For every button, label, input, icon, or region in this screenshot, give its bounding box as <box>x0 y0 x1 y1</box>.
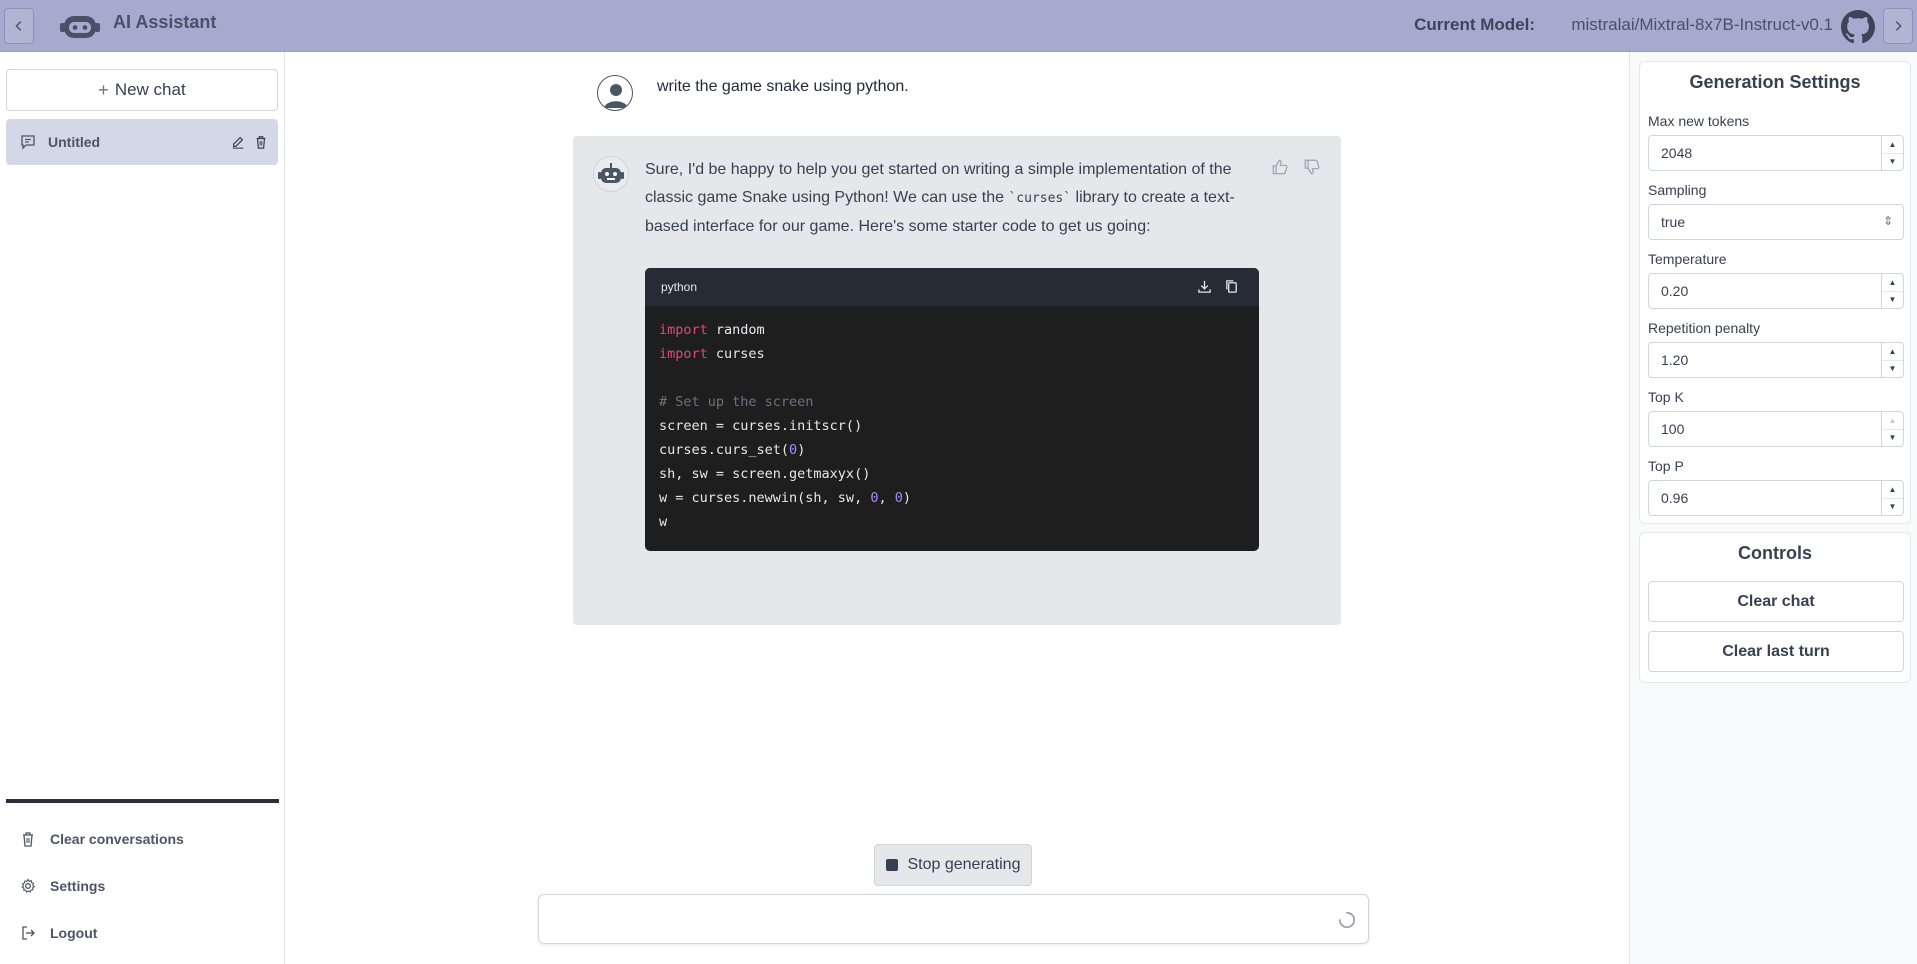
top-k-value: 100 <box>1661 421 1685 437</box>
trash-icon[interactable] <box>254 135 268 149</box>
stepper-down-icon[interactable]: ▼ <box>1882 430 1903 447</box>
stepper-up-icon[interactable]: ▲ <box>1882 481 1903 499</box>
code-line: w <box>659 514 668 530</box>
code-language-label: python <box>661 280 698 294</box>
sampling-select[interactable]: true ⇕ <box>1648 204 1904 240</box>
plus-icon: + <box>98 79 109 100</box>
stop-square-icon <box>885 859 898 871</box>
collapse-right-sidebar-button[interactable] <box>1883 8 1913 44</box>
chat-bubble-icon <box>21 135 35 150</box>
code-block-header: python <box>645 268 1259 306</box>
top-bar: AI Assistant Current Model: mistralai/Mi… <box>0 0 1917 52</box>
sampling-value: true <box>1661 214 1686 230</box>
user-avatar-icon <box>597 75 633 111</box>
logout-button[interactable]: Logout <box>20 925 97 941</box>
chevron-left-icon <box>15 21 22 31</box>
stepper-up-icon[interactable]: ▲ <box>1882 274 1903 292</box>
top-p-input[interactable]: 0.96 ▲ ▼ <box>1648 480 1904 516</box>
repetition-penalty-input[interactable]: 1.20 ▲ ▼ <box>1648 342 1904 378</box>
top-k-label: Top K <box>1648 389 1684 405</box>
max-new-tokens-label: Max new tokens <box>1648 113 1750 129</box>
thumbs-up-icon[interactable] <box>1271 158 1289 176</box>
stepper[interactable]: ▲ ▼ <box>1881 412 1903 446</box>
code-line: import random <box>659 322 765 338</box>
stepper[interactable]: ▲ ▼ <box>1881 481 1903 515</box>
controls-card: Controls Clear chat Clear last turn <box>1639 532 1911 683</box>
generation-settings-card: Generation Settings Max new tokens 2048 … <box>1639 61 1911 524</box>
current-model-value: mistralai/Mixtral-8x7B-Instruct-v0.1 <box>1571 15 1833 34</box>
clear-chat-button[interactable]: Clear chat <box>1648 581 1904 622</box>
code-line: screen = curses.initscr() <box>659 418 863 434</box>
robot-logo-icon <box>58 8 102 44</box>
controls-title: Controls <box>1738 543 1812 563</box>
logout-label: Logout <box>50 925 98 941</box>
inline-code: `curses` <box>1008 191 1072 206</box>
message-input-container <box>538 894 1369 944</box>
current-model-label: Current Model: <box>1414 15 1535 34</box>
top-p-value: 0.96 <box>1661 490 1689 506</box>
max-new-tokens-input[interactable]: 2048 ▲ ▼ <box>1648 135 1904 171</box>
stepper[interactable]: ▲ ▼ <box>1881 343 1903 377</box>
temperature-label: Temperature <box>1648 251 1727 267</box>
top-k-input[interactable]: 100 ▲ ▼ <box>1648 411 1904 447</box>
stepper-up-icon[interactable]: ▲ <box>1882 343 1903 361</box>
assistant-message-text: Sure, I'd be happy to help you get start… <box>645 156 1273 241</box>
select-chevron-icon: ⇕ <box>1882 214 1893 228</box>
download-icon[interactable] <box>1197 279 1212 294</box>
code-block: python import random import curses # Set … <box>645 268 1259 551</box>
stepper-down-icon[interactable]: ▼ <box>1882 361 1903 378</box>
generation-settings-title: Generation Settings <box>1689 72 1861 92</box>
temperature-input[interactable]: 0.20 ▲ ▼ <box>1648 273 1904 309</box>
code-line: curses.curs_set(0) <box>659 442 806 458</box>
code-line: import curses <box>659 346 765 362</box>
new-chat-label: New chat <box>114 80 186 99</box>
thumbs-down-icon[interactable] <box>1303 158 1321 176</box>
stepper-up-icon[interactable]: ▲ <box>1882 412 1903 430</box>
settings-label: Settings <box>50 878 106 894</box>
stepper-up-icon[interactable]: ▲ <box>1882 136 1903 154</box>
message-input[interactable] <box>553 907 1313 933</box>
conversation-title: Untitled <box>48 134 101 150</box>
user-message: write the game snake using python. <box>657 78 909 95</box>
edit-icon[interactable] <box>231 135 245 149</box>
clear-conversations-label: Clear conversations <box>50 831 184 847</box>
code-line: w = curses.newwin(sh, sw, 0, 0) <box>659 490 912 506</box>
sidebar-divider <box>6 799 279 803</box>
code-line: # Set up the screen <box>659 394 814 410</box>
stepper[interactable]: ▲ ▼ <box>1881 274 1903 308</box>
left-sidebar: + New chat Untitled Clear conversations … <box>0 52 285 964</box>
clear-conversations-button[interactable]: Clear conversations <box>20 831 184 847</box>
clear-last-turn-button[interactable]: Clear last turn <box>1648 631 1904 672</box>
chevron-right-icon <box>1895 21 1902 31</box>
stepper-down-icon[interactable]: ▼ <box>1882 154 1903 171</box>
new-chat-button[interactable]: + New chat <box>6 69 278 111</box>
robot-avatar-icon <box>593 156 629 192</box>
top-p-label: Top P <box>1648 458 1684 474</box>
copy-icon[interactable] <box>1224 279 1239 294</box>
repetition-penalty-label: Repetition penalty <box>1648 320 1761 336</box>
assistant-message: Sure, I'd be happy to help you get start… <box>573 136 1341 625</box>
collapse-left-sidebar-button[interactable] <box>4 8 34 44</box>
stepper-down-icon[interactable]: ▼ <box>1882 499 1903 516</box>
app-title: AI Assistant <box>113 12 217 32</box>
repetition-penalty-value: 1.20 <box>1661 352 1689 368</box>
logout-icon <box>22 926 35 940</box>
stop-generating-label: Stop generating <box>907 856 1021 873</box>
loading-spinner-icon <box>1338 911 1356 929</box>
trash-icon <box>23 832 33 847</box>
conversation-item[interactable]: Untitled <box>6 119 278 165</box>
right-panel: Generation Settings Max new tokens 2048 … <box>1629 52 1917 964</box>
settings-button[interactable]: Settings <box>20 878 105 894</box>
max-new-tokens-value: 2048 <box>1661 145 1693 161</box>
gear-icon <box>21 878 36 894</box>
github-icon[interactable] <box>1841 10 1875 44</box>
code-content: import random import curses # Set up the … <box>645 306 1259 546</box>
stepper[interactable]: ▲ ▼ <box>1881 136 1903 170</box>
stop-generating-button[interactable]: Stop generating <box>874 844 1032 886</box>
temperature-value: 0.20 <box>1661 283 1689 299</box>
code-line: sh, sw = screen.getmaxyx() <box>659 466 871 482</box>
sampling-label: Sampling <box>1648 182 1707 198</box>
stepper-down-icon[interactable]: ▼ <box>1882 292 1903 309</box>
